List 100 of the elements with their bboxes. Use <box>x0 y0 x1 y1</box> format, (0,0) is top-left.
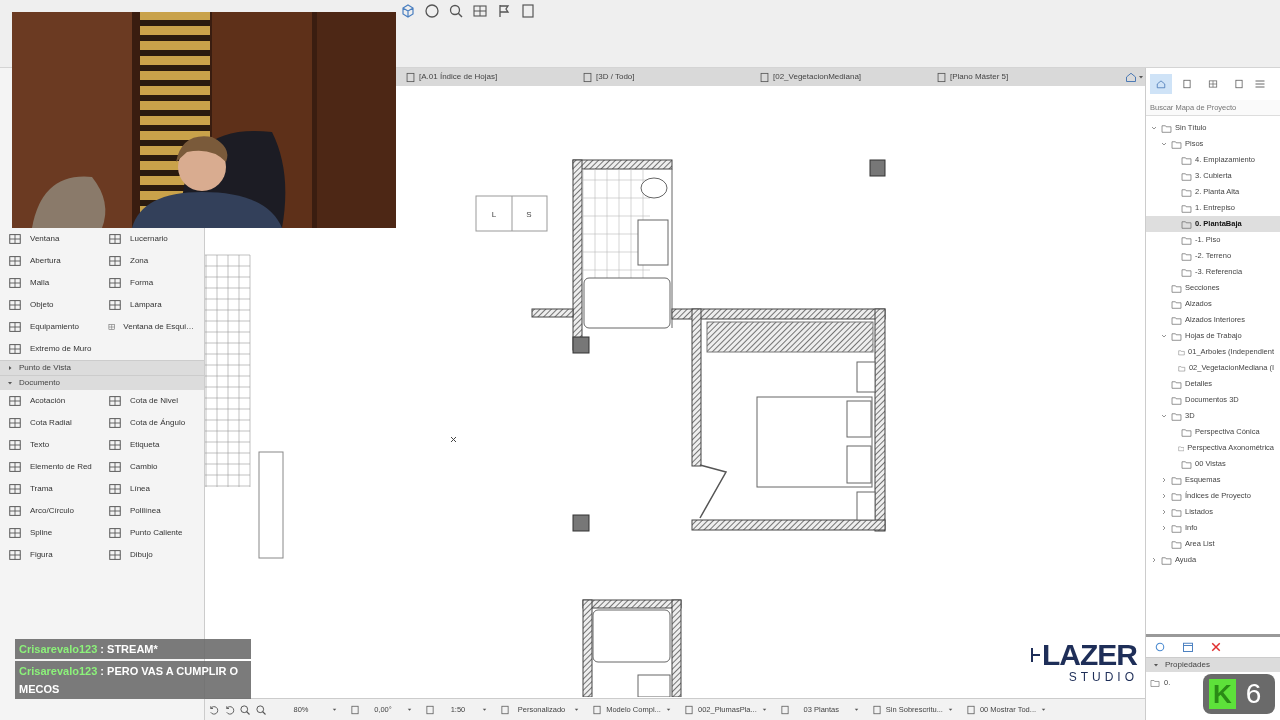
tool-icon <box>108 548 122 562</box>
caret-icon <box>760 706 768 713</box>
section-header[interactable]: Punto de Vista <box>0 360 204 375</box>
tool-item[interactable]: Figura <box>0 544 100 566</box>
page-icon <box>592 704 602 715</box>
chat-message: Crisarevalo123 : STREAM* <box>15 639 251 659</box>
tool-item[interactable]: Elemento de Red <box>0 456 100 478</box>
flag-icon[interactable] <box>496 3 512 19</box>
page-icon <box>779 704 790 715</box>
tool-item[interactable]: Acotación <box>0 390 100 412</box>
folder-icon <box>1161 122 1172 134</box>
folder-icon <box>1181 170 1192 182</box>
folder-icon <box>1171 330 1182 342</box>
tool-item[interactable]: Cota Radial <box>0 412 100 434</box>
tool-icon <box>108 232 122 246</box>
tool-icon <box>108 482 122 496</box>
chevron-icon <box>1160 412 1168 420</box>
tool-item[interactable]: Ventana <box>0 228 100 250</box>
caret-icon <box>1152 661 1160 669</box>
properties-header[interactable]: Propiedades <box>1146 657 1280 672</box>
caret-icon <box>665 706 672 713</box>
tool-item[interactable]: Cambio <box>100 456 200 478</box>
folder-icon <box>1171 138 1182 150</box>
chevron-icon <box>1150 556 1158 564</box>
folder-icon <box>1181 218 1192 230</box>
folder-icon <box>1171 490 1182 502</box>
tool-item[interactable]: Malla <box>0 272 100 294</box>
project-map-tab[interactable] <box>1150 74 1172 94</box>
tool-item[interactable]: Lucernario <box>100 228 200 250</box>
tool-icon <box>8 298 22 312</box>
caret-icon <box>573 706 580 713</box>
zoom-icon[interactable] <box>255 703 267 716</box>
page-icon <box>582 71 593 83</box>
tool-icon <box>8 460 22 474</box>
page-icon <box>684 704 694 715</box>
tool-item[interactable]: Trama <box>0 478 100 500</box>
tool-item[interactable]: Arco/Círculo <box>0 500 100 522</box>
tool-item[interactable]: Spline <box>0 522 100 544</box>
page-icon <box>871 704 882 715</box>
folder-icon <box>1171 410 1182 422</box>
page-icon <box>1182 77 1192 91</box>
folder-icon <box>1181 266 1192 278</box>
page-icon <box>405 71 416 83</box>
section-header[interactable]: Documento <box>0 375 204 390</box>
folder-icon <box>1171 378 1182 390</box>
redo-icon[interactable] <box>223 703 235 716</box>
undo-icon[interactable] <box>207 703 219 716</box>
tool-item[interactable]: Equipamiento <box>0 316 100 338</box>
tool-item[interactable]: Punto Caliente <box>100 522 200 544</box>
caret-icon[interactable] <box>1137 73 1145 81</box>
tool-item[interactable]: Forma <box>100 272 200 294</box>
tool-icon <box>8 342 22 356</box>
caret-icon <box>406 706 413 713</box>
marker-label: S <box>526 210 532 219</box>
zoom-icon[interactable] <box>239 703 251 716</box>
cube-icon[interactable] <box>400 3 416 19</box>
tool-item[interactable]: Dibujo <box>100 544 200 566</box>
tool-icon <box>108 394 122 408</box>
tool-item[interactable]: Texto <box>0 434 100 456</box>
tool-icon <box>108 416 122 430</box>
tool-icon <box>8 416 22 430</box>
view-tab[interactable]: [A.01 Índice de Hojas] <box>401 68 578 86</box>
tool-item[interactable]: Etiqueta <box>100 434 200 456</box>
house-icon <box>1156 77 1166 91</box>
page-icon <box>1234 77 1244 91</box>
folder-icon <box>1171 394 1182 406</box>
search-icon[interactable] <box>448 3 464 19</box>
page-icon <box>425 704 435 715</box>
view-tab[interactable]: [3D / Todo] <box>578 68 755 86</box>
tool-item[interactable]: Cota de Ángulo <box>100 412 200 434</box>
folder-icon <box>1171 538 1182 550</box>
tool-item[interactable]: Abertura <box>0 250 100 272</box>
folder-icon <box>1181 202 1192 214</box>
channel-number: 6 <box>1245 679 1262 709</box>
tool-item[interactable]: Extremo de Muro <box>0 338 100 360</box>
view-tab[interactable]: [Plano Máster 5] <box>932 68 1109 86</box>
tool-icon <box>8 548 22 562</box>
page-icon <box>936 71 947 83</box>
tool-item[interactable]: Polilínea <box>100 500 200 522</box>
caret-icon <box>946 706 954 713</box>
tool-item[interactable]: Cota de Nivel <box>100 390 200 412</box>
cross-mark <box>450 436 457 443</box>
house-icon[interactable] <box>1125 71 1137 83</box>
tool-item[interactable]: Ventana de Esqui… <box>100 316 200 338</box>
page-icon[interactable] <box>520 3 536 19</box>
tool-item[interactable]: Objeto <box>0 294 100 316</box>
grid-icon[interactable] <box>472 3 488 19</box>
tool-item[interactable]: Línea <box>100 478 200 500</box>
view-tab[interactable]: [02_VegetacionMediana] <box>755 68 932 86</box>
tool-icon <box>8 394 22 408</box>
page-icon <box>965 704 976 715</box>
marker-label: L <box>491 210 497 219</box>
close-icon[interactable] <box>1210 641 1222 653</box>
caret-icon <box>331 706 338 713</box>
tool-item[interactable]: Zona <box>100 250 200 272</box>
circle-icon[interactable] <box>424 3 440 19</box>
menu-icon[interactable] <box>1254 78 1266 90</box>
tool-icon <box>108 276 122 290</box>
calendar-icon[interactable] <box>1182 641 1194 653</box>
tool-item[interactable]: Lámpara <box>100 294 200 316</box>
